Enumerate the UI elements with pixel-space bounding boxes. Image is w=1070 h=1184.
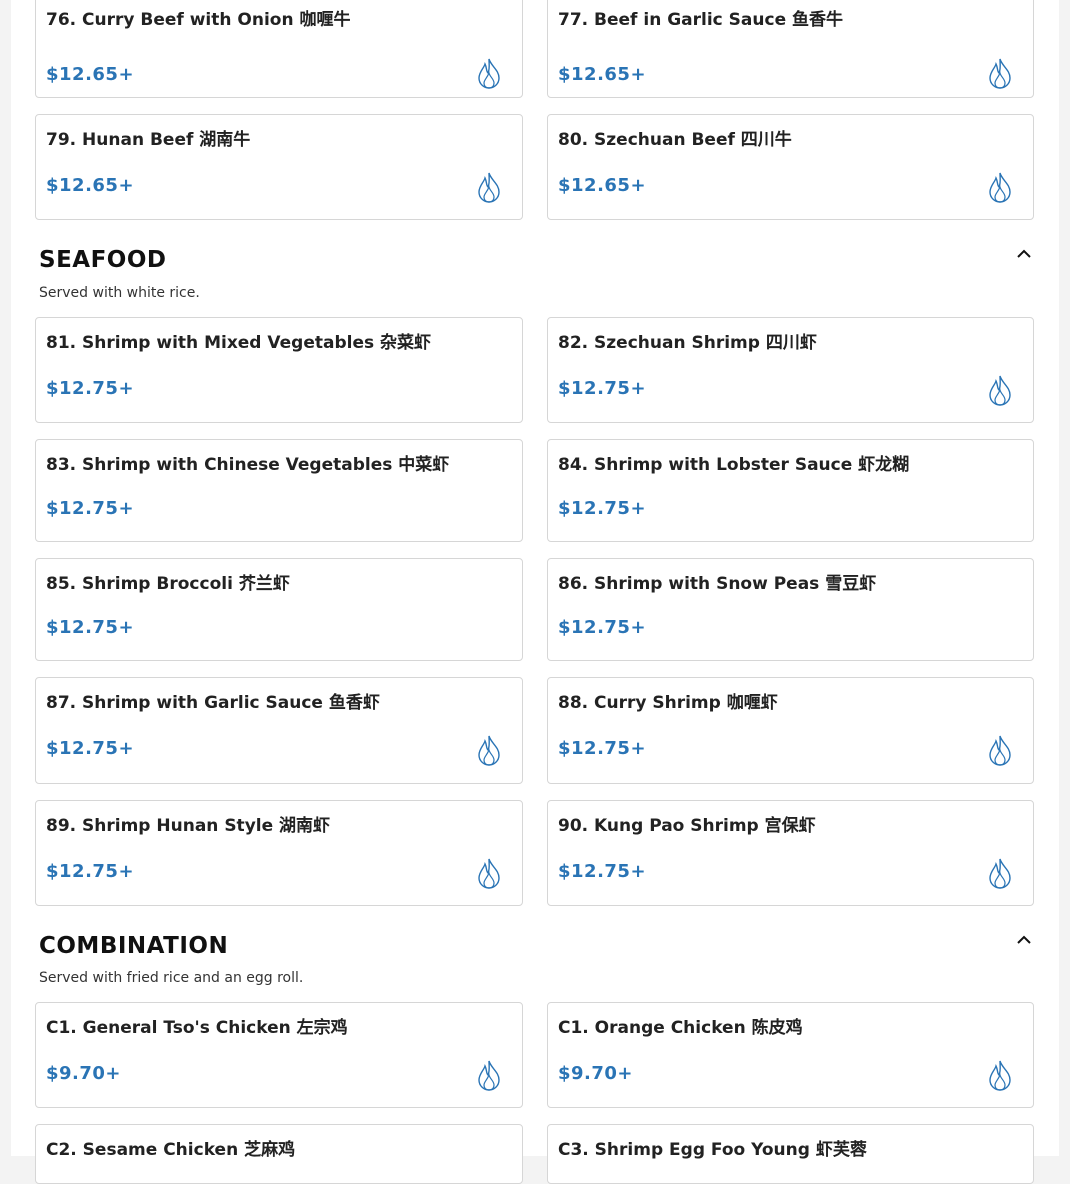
collapse-seafood-button[interactable] (1012, 242, 1036, 266)
menu-item-price: $12.75+ (558, 498, 647, 519)
menu-item-name: 82. Szechuan Shrimp 四川虾 (558, 333, 817, 353)
menu-item-card[interactable]: 85. Shrimp Broccoli 芥兰虾 $12.75+ (35, 558, 523, 661)
section-title-combination: COMBINATION (39, 933, 229, 959)
menu-item-price: $12.75+ (46, 738, 135, 759)
chevron-up-icon (1017, 249, 1031, 258)
menu-item-price: $12.65+ (558, 175, 647, 196)
menu-item-card[interactable]: 80. Szechuan Beef 四川牛 $12.65+ (547, 114, 1034, 220)
spicy-flame-icon (989, 735, 1011, 766)
spicy-flame-icon (989, 1060, 1011, 1091)
menu-item-card[interactable]: 82. Szechuan Shrimp 四川虾 $12.75+ (547, 317, 1034, 423)
menu-item-name: 83. Shrimp with Chinese Vegetables 中菜虾 (46, 455, 450, 475)
menu-item-name: 86. Shrimp with Snow Peas 雪豆虾 (558, 574, 877, 594)
section-description-seafood: Served with white rice. (39, 285, 200, 301)
menu-item-name: 79. Hunan Beef 湖南牛 (46, 130, 251, 150)
menu-item-price: $12.75+ (46, 378, 135, 399)
menu-item-name: 90. Kung Pao Shrimp 宫保虾 (558, 816, 816, 836)
menu-item-card[interactable]: C2. Sesame Chicken 芝麻鸡 (35, 1124, 523, 1184)
menu-item-card[interactable]: 79. Hunan Beef 湖南牛 $12.65+ (35, 114, 523, 220)
menu-item-price: $12.75+ (558, 617, 647, 638)
menu-item-price: $12.65+ (46, 64, 135, 85)
menu-item-card[interactable]: 89. Shrimp Hunan Style 湖南虾 $12.75+ (35, 800, 523, 906)
menu-item-name: C3. Shrimp Egg Foo Young 虾芙蓉 (558, 1140, 867, 1160)
menu-item-name: 76. Curry Beef with Onion 咖喱牛 (46, 10, 351, 30)
menu-item-card[interactable]: 77. Beef in Garlic Sauce 鱼香牛 $12.65+ (547, 0, 1034, 98)
menu-item-card[interactable]: 84. Shrimp with Lobster Sauce 虾龙糊 $12.75… (547, 439, 1034, 542)
spicy-flame-icon (989, 375, 1011, 406)
menu-item-card[interactable]: C1. General Tso's Chicken 左宗鸡 $9.70+ (35, 1002, 523, 1108)
collapse-combination-button[interactable] (1012, 928, 1036, 952)
menu-item-name: 84. Shrimp with Lobster Sauce 虾龙糊 (558, 455, 910, 475)
menu-item-price: $12.75+ (558, 738, 647, 759)
menu-item-price: $12.75+ (558, 378, 647, 399)
chevron-up-icon (1017, 935, 1031, 944)
menu-item-name: 77. Beef in Garlic Sauce 鱼香牛 (558, 10, 844, 30)
spicy-flame-icon (478, 1060, 500, 1091)
menu-item-name: 81. Shrimp with Mixed Vegetables 杂菜虾 (46, 333, 432, 353)
menu-item-price: $12.75+ (46, 498, 135, 519)
menu-item-price: $12.75+ (46, 617, 135, 638)
menu-item-card[interactable]: C3. Shrimp Egg Foo Young 虾芙蓉 (547, 1124, 1034, 1184)
menu-item-card[interactable]: 90. Kung Pao Shrimp 宫保虾 $12.75+ (547, 800, 1034, 906)
section-title-seafood: SEAFOOD (39, 247, 167, 273)
menu-item-name: 88. Curry Shrimp 咖喱虾 (558, 693, 778, 713)
menu-item-card[interactable]: 87. Shrimp with Garlic Sauce 鱼香虾 $12.75+ (35, 677, 523, 784)
spicy-flame-icon (989, 58, 1011, 89)
menu-item-name: C1. General Tso's Chicken 左宗鸡 (46, 1018, 348, 1038)
menu-item-card[interactable]: 83. Shrimp with Chinese Vegetables 中菜虾 $… (35, 439, 523, 542)
menu-item-price: $12.65+ (46, 175, 135, 196)
spicy-flame-icon (478, 172, 500, 203)
menu-item-card[interactable]: 86. Shrimp with Snow Peas 雪豆虾 $12.75+ (547, 558, 1034, 661)
menu-item-card[interactable]: C1. Orange Chicken 陈皮鸡 $9.70+ (547, 1002, 1034, 1108)
menu-item-price: $9.70+ (46, 1063, 122, 1084)
spicy-flame-icon (478, 735, 500, 766)
menu-item-price: $12.75+ (46, 861, 135, 882)
menu-item-card[interactable]: 88. Curry Shrimp 咖喱虾 $12.75+ (547, 677, 1034, 784)
menu-item-name: 85. Shrimp Broccoli 芥兰虾 (46, 574, 290, 594)
menu-page: 76. Curry Beef with Onion 咖喱牛 $12.65+ 77… (11, 0, 1059, 1184)
spicy-flame-icon (478, 858, 500, 889)
menu-item-price: $12.75+ (558, 861, 647, 882)
spicy-flame-icon (478, 58, 500, 89)
menu-item-price: $9.70+ (558, 1063, 634, 1084)
menu-item-name: 87. Shrimp with Garlic Sauce 鱼香虾 (46, 693, 380, 713)
spicy-flame-icon (989, 858, 1011, 889)
menu-item-card[interactable]: 81. Shrimp with Mixed Vegetables 杂菜虾 $12… (35, 317, 523, 423)
menu-item-name: C1. Orange Chicken 陈皮鸡 (558, 1018, 803, 1038)
menu-item-price: $12.65+ (558, 64, 647, 85)
menu-item-name: C2. Sesame Chicken 芝麻鸡 (46, 1140, 296, 1160)
menu-item-card[interactable]: 76. Curry Beef with Onion 咖喱牛 $12.65+ (35, 0, 523, 98)
menu-item-name: 80. Szechuan Beef 四川牛 (558, 130, 792, 150)
spicy-flame-icon (989, 172, 1011, 203)
menu-item-name: 89. Shrimp Hunan Style 湖南虾 (46, 816, 331, 836)
section-description-combination: Served with fried rice and an egg roll. (39, 970, 304, 986)
